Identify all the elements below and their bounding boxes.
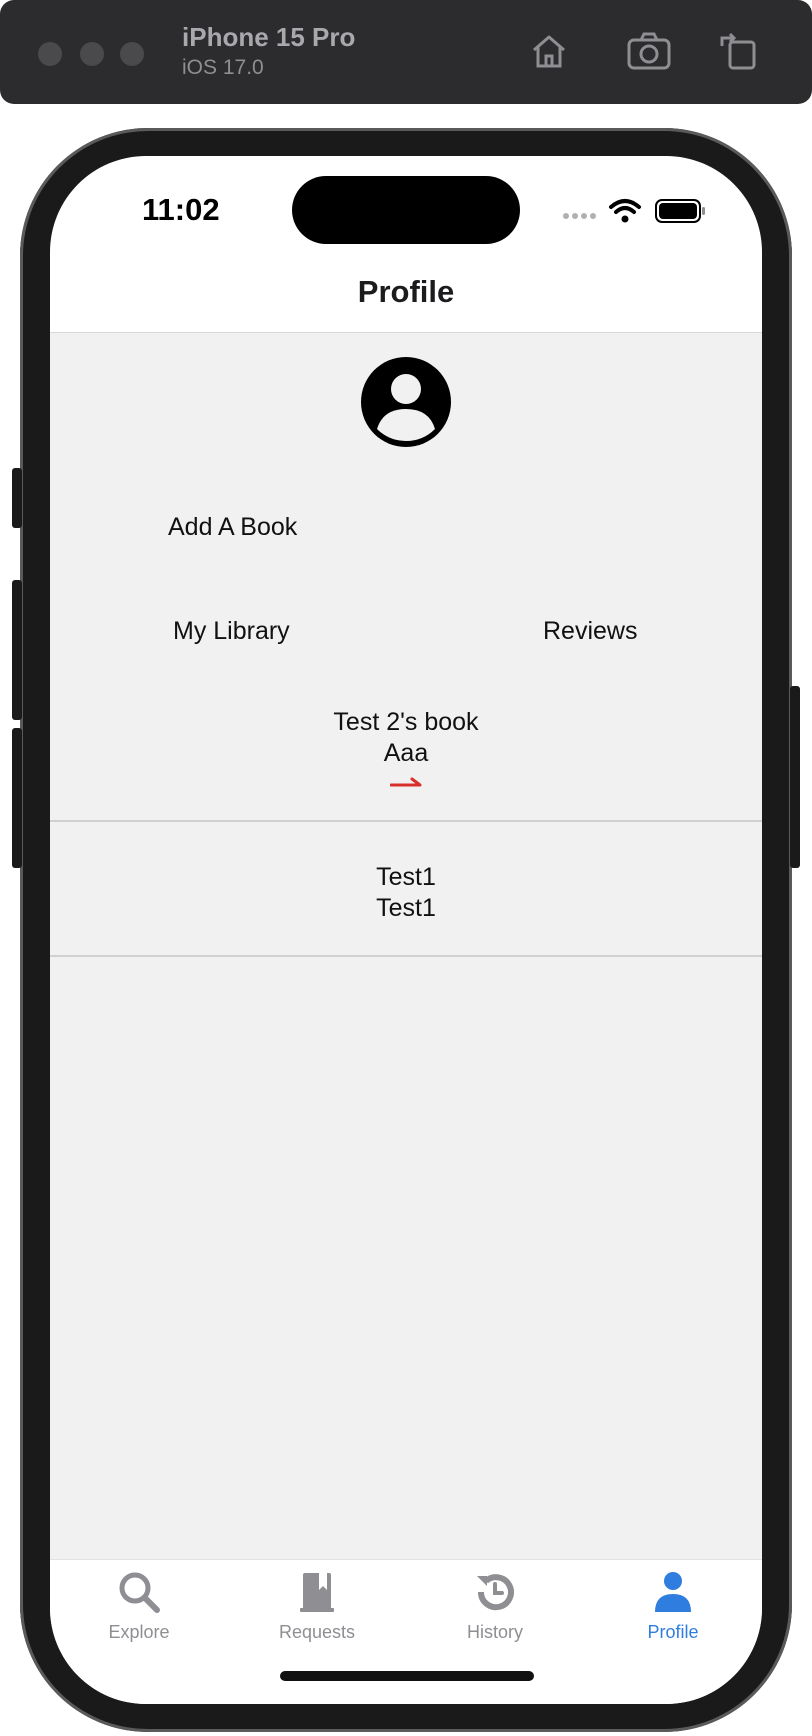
volume-up-button xyxy=(12,580,22,720)
page-title: Profile xyxy=(357,274,455,309)
wifi-icon xyxy=(609,199,641,223)
reviews-button[interactable]: Reviews xyxy=(543,617,637,646)
device-name: iPhone 15 Pro xyxy=(182,22,356,52)
home-icon[interactable] xyxy=(526,28,572,74)
tab-bar: Explore Requests History Profile xyxy=(50,1559,762,1704)
home-indicator[interactable] xyxy=(280,1671,534,1681)
book-author: Aaa xyxy=(383,739,429,767)
status-indicators xyxy=(563,199,705,223)
tab-history[interactable]: History xyxy=(406,1570,584,1656)
my-library-button[interactable]: My Library xyxy=(173,617,290,646)
tab-explore[interactable]: Explore xyxy=(50,1570,228,1656)
person-icon xyxy=(655,1572,691,1612)
tab-label: Explore xyxy=(108,1622,170,1642)
tab-requests[interactable]: Requests xyxy=(228,1570,406,1656)
dynamic-island xyxy=(292,176,520,244)
window-close-button[interactable] xyxy=(38,42,62,66)
person-circle-icon xyxy=(361,357,451,447)
book-list-item[interactable]: Test 2's book Aaa xyxy=(50,707,762,822)
screenshot-icon[interactable] xyxy=(626,28,672,74)
book-author: Test1 xyxy=(376,894,436,922)
profile-content: Add A Book My Library Reviews Test 2's b… xyxy=(50,333,762,1559)
arrow-right-icon xyxy=(390,777,422,787)
tab-label: Profile xyxy=(647,1622,699,1642)
book-title: Test1 xyxy=(376,863,436,891)
tab-label: History xyxy=(466,1622,523,1642)
add-book-button[interactable]: Add A Book xyxy=(168,513,297,542)
window-zoom-button[interactable] xyxy=(120,42,144,66)
volume-down-button xyxy=(12,728,22,868)
phone-screen: 11:02 Profile Add A Book My Library Revi… xyxy=(50,156,762,1704)
book-list-item[interactable]: Test1 Test1 xyxy=(50,822,762,957)
book-icon xyxy=(300,1573,334,1612)
search-icon xyxy=(119,1572,160,1613)
battery-icon xyxy=(655,199,705,223)
signal-icon xyxy=(563,213,596,219)
rotate-icon[interactable] xyxy=(716,28,762,74)
navigation-header: Profile xyxy=(50,252,762,333)
history-icon xyxy=(477,1574,514,1611)
book-title: Test 2's book xyxy=(333,708,479,736)
os-version: iOS 17.0 xyxy=(182,56,264,79)
power-button xyxy=(790,686,800,868)
simulator-toolbar: iPhone 15 Pro iOS 17.0 xyxy=(0,0,812,104)
tab-profile[interactable]: Profile xyxy=(584,1570,762,1656)
window-minimize-button[interactable] xyxy=(80,42,104,66)
status-time: 11:02 xyxy=(142,192,220,227)
action-button xyxy=(12,468,22,528)
tab-label: Requests xyxy=(278,1622,356,1642)
